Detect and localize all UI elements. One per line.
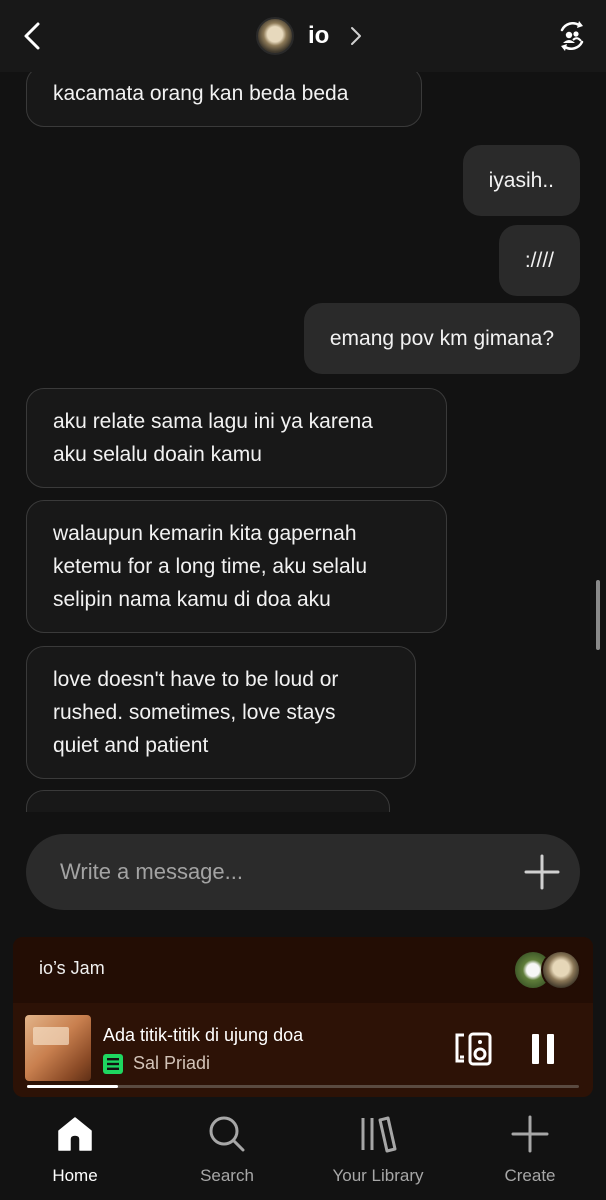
avatar[interactable]	[256, 17, 294, 55]
nav-label: Your Library	[332, 1166, 424, 1185]
message-line: walaupun kemarin kita gapernah	[53, 522, 357, 545]
bottom-nav: Home Search Your Library Create	[0, 1100, 606, 1200]
message-bubble-received[interactable]: kacamata orang kan beda beda	[26, 72, 422, 127]
message-text: iyasih..	[488, 169, 554, 192]
album-art	[25, 1015, 91, 1081]
message-input[interactable]	[60, 852, 490, 892]
now-playing-bar[interactable]: io’s Jam Ada titik-titik di ujung doa Sa…	[13, 937, 593, 1097]
message-bubble-received[interactable]: love doesn't have to be loud or rushed. …	[26, 646, 416, 779]
message-bubble-received[interactable]: aku relate sama lagu ini ya karena aku s…	[26, 388, 447, 488]
track-title: Ada titik-titik di ujung doa	[103, 1025, 304, 1045]
downloaded-icon	[103, 1053, 123, 1074]
message-line: love doesn't have to be loud or	[53, 668, 339, 691]
message-bubble-received[interactable]: walaupun kemarin kita gapernah ketemu fo…	[26, 500, 447, 633]
chat-header: io	[0, 0, 606, 72]
nav-item-home[interactable]: Home	[15, 1114, 135, 1186]
message-line: aku relate sama lagu ini ya karena	[53, 410, 373, 433]
nav-label: Search	[200, 1166, 254, 1185]
home-icon	[15, 1114, 135, 1154]
back-button[interactable]	[14, 18, 50, 54]
jam-title: io’s Jam	[39, 958, 105, 978]
message-text: emang pov km gimana?	[329, 327, 554, 350]
create-icon	[470, 1114, 590, 1154]
message-list[interactable]: kacamata orang kan beda beda iyasih.. :/…	[0, 72, 606, 812]
track-artist: Sal Priadi	[133, 1053, 211, 1073]
message-line: ketemu for a long time, aku selalu	[53, 555, 367, 578]
track-artist-row: Sal Priadi	[103, 1053, 210, 1074]
message-bubble-sent[interactable]: emang pov km gimana?	[303, 303, 580, 374]
message-text: kacamata orang kan beda beda	[53, 82, 349, 105]
conversation-title[interactable]: io	[256, 16, 363, 56]
nav-label: Create	[504, 1166, 556, 1185]
connect-device-button[interactable]	[452, 1027, 496, 1071]
message-bubble-sent[interactable]: :////	[498, 225, 580, 296]
plus-icon	[524, 854, 560, 890]
scrollbar[interactable]	[596, 580, 600, 650]
contact-name[interactable]: io	[308, 22, 329, 50]
message-composer	[26, 834, 580, 910]
chevron-right-icon	[349, 25, 363, 47]
group-session-icon	[560, 21, 584, 51]
message-line: aku selalu doain kamu	[53, 443, 262, 466]
playback-progress-bar[interactable]	[27, 1085, 579, 1088]
message-text: :////	[524, 249, 554, 272]
jam-participants[interactable]	[513, 950, 581, 990]
track-row[interactable]: Ada titik-titik di ujung doa Sal Priadi	[13, 1003, 593, 1091]
message-bubble-sent[interactable]: iyasih..	[462, 145, 580, 216]
nav-item-create[interactable]: Create	[470, 1114, 590, 1186]
message-line: quiet and patient	[53, 734, 209, 757]
group-session-button[interactable]	[552, 16, 592, 56]
jam-bar[interactable]: io’s Jam	[13, 937, 593, 1003]
message-bubble-received[interactable]	[26, 790, 390, 812]
nav-item-library[interactable]: Your Library	[318, 1114, 438, 1186]
nav-label: Home	[52, 1166, 98, 1185]
message-line: selipin nama kamu di doa aku	[53, 588, 331, 611]
add-attachment-button[interactable]	[522, 852, 562, 892]
avatar	[541, 950, 581, 990]
nav-item-search[interactable]: Search	[167, 1114, 287, 1186]
library-icon	[318, 1114, 438, 1154]
pause-icon	[532, 1034, 554, 1064]
speaker-devices-icon	[455, 1032, 492, 1066]
chevron-left-icon	[24, 22, 40, 50]
search-icon	[167, 1114, 287, 1154]
message-line: rushed. sometimes, love stays	[53, 701, 336, 724]
playback-progress-fill	[27, 1085, 119, 1088]
pause-button[interactable]	[521, 1027, 565, 1071]
